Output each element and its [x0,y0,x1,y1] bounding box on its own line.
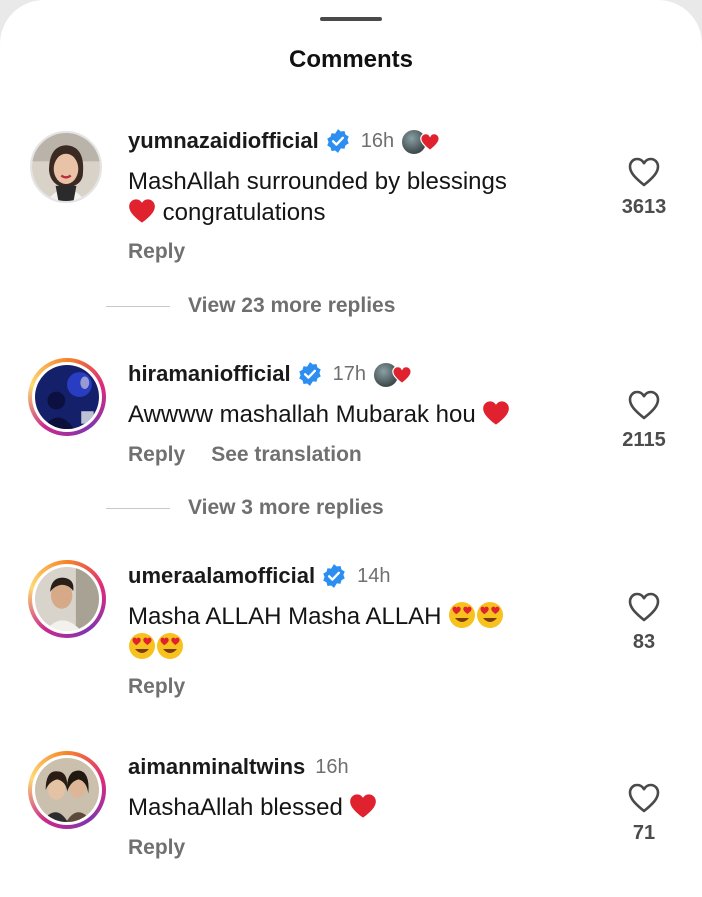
comment-username[interactable]: yumnazaidiofficial [128,128,319,154]
heart-eyes-emoji [476,601,504,629]
red-heart-emoji [349,792,377,820]
comment-username[interactable]: hiramaniofficial [128,361,291,387]
thread-divider [106,507,170,509]
comment-time: 14h [357,564,391,587]
see-translation-button[interactable]: See translation [211,443,362,467]
comment-header: hiramaniofficial 17h [128,359,416,389]
liked-by-creator-icon [400,126,444,156]
view-replies-button[interactable]: View 3 more replies [188,496,384,520]
comment-text: MashaAllah blessed [128,792,598,823]
comment-time: 16h [360,129,395,152]
heart-eyes-emoji [156,632,184,660]
comments-sheet: Comments yumnazaidiofficial 16h MashAlla… [0,0,702,897]
verified-badge-icon [325,128,351,154]
like-heart-icon[interactable] [627,156,661,188]
like-count: 3613 [621,196,667,218]
heart-eyes-emoji [128,632,156,660]
like-count: 2115 [622,429,666,451]
avatar[interactable] [30,131,102,203]
like-count: 71 [632,822,656,844]
like-heart-icon[interactable] [627,782,661,814]
verified-badge-icon [321,563,347,589]
reply-button[interactable]: Reply [128,240,185,264]
comment-text: Awwww mashallah Mubarak hou [128,399,598,430]
comment-time: 17h [332,362,366,385]
comment-text: MashAllah surrounded by blessings congra… [128,168,507,226]
thread-divider [106,305,170,307]
comment-time: 16h [315,755,349,778]
view-replies[interactable]: View 3 more replies [106,496,384,520]
avatar[interactable] [28,560,106,638]
sheet-drag-handle[interactable] [320,17,382,21]
comment-header: umeraalamofficial 14h [128,561,390,591]
verified-badge-icon [297,361,323,387]
like-heart-icon[interactable] [627,389,661,421]
reply-button[interactable]: Reply [128,443,185,467]
like-count: 83 [632,631,656,653]
like-heart-icon[interactable] [627,591,661,623]
comment-text: Masha ALLAH Masha ALLAH [128,601,598,663]
sheet-title: Comments [288,46,414,73]
view-replies-button[interactable]: View 23 more replies [188,294,395,318]
view-replies[interactable]: View 23 more replies [106,294,395,318]
comment-header: yumnazaidiofficial 16h [128,126,444,156]
comment-username[interactable]: umeraalamofficial [128,563,315,589]
red-heart-emoji [482,399,510,427]
red-heart-emoji [128,197,156,225]
comment-username[interactable]: aimanminaltwins [128,754,305,780]
avatar[interactable] [28,358,106,436]
reply-button[interactable]: Reply [128,836,185,860]
heart-eyes-emoji [448,601,476,629]
avatar[interactable] [28,751,106,829]
reply-button[interactable]: Reply [128,675,185,699]
comment-header: aimanminaltwins 16h [128,752,349,782]
liked-by-creator-icon [371,359,416,389]
